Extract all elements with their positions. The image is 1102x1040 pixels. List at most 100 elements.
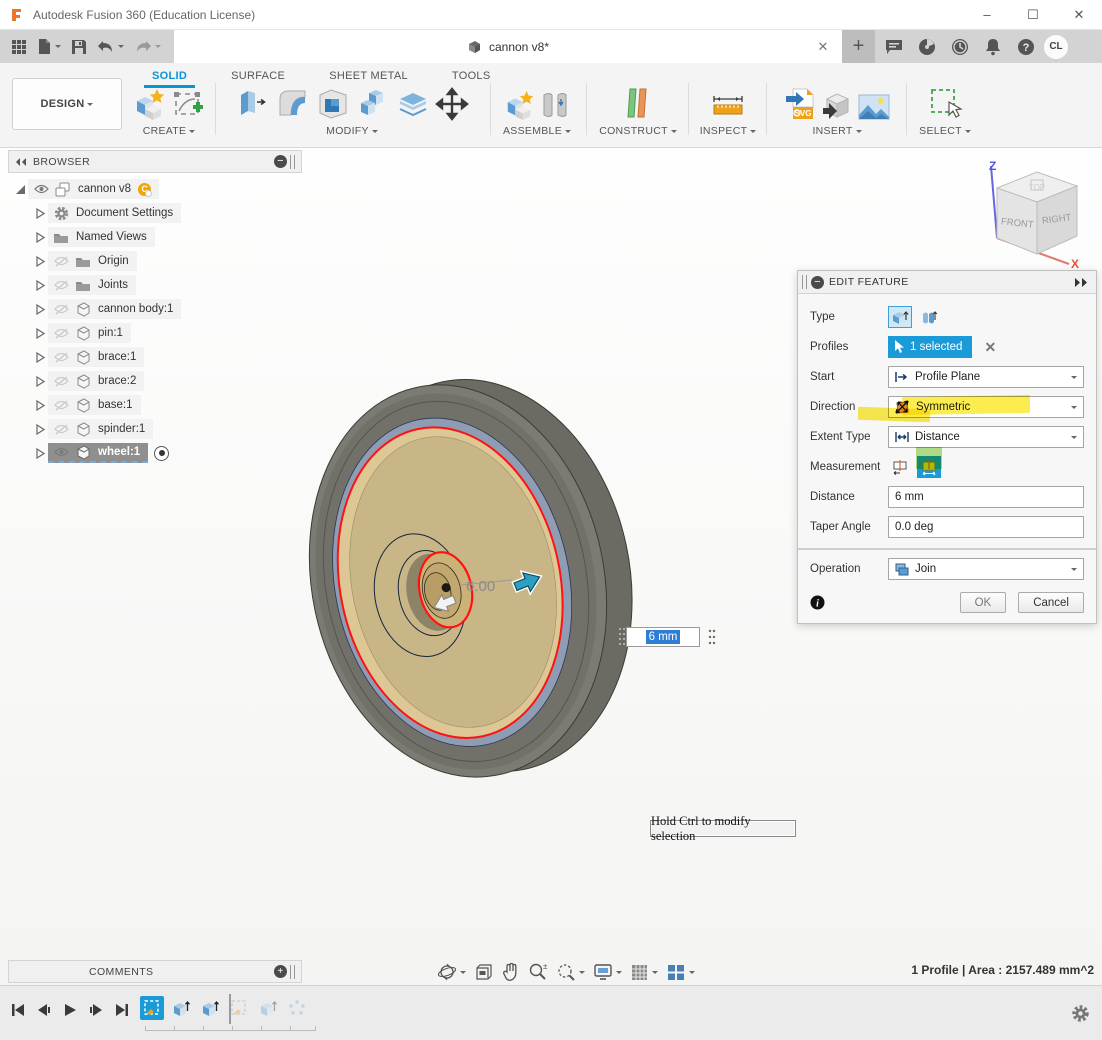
dock-arrows-icon[interactable] xyxy=(1074,278,1088,287)
redo-caret-icon[interactable] xyxy=(155,45,161,51)
notifications-button[interactable] xyxy=(976,30,1009,63)
eye-off-icon[interactable] xyxy=(52,304,70,315)
create-sketch-button[interactable] xyxy=(171,87,205,121)
collapse-arrows-icon[interactable] xyxy=(15,157,27,167)
redo-button[interactable] xyxy=(129,33,166,61)
view-cube[interactable]: TOP FRONT RIGHT Z X xyxy=(975,158,1097,270)
eye-icon[interactable] xyxy=(32,184,50,194)
tree-item-joints[interactable]: Joints xyxy=(32,274,136,296)
eye-off-icon[interactable] xyxy=(52,376,70,387)
assemble-new-component-button[interactable] xyxy=(504,89,536,121)
file-menu-button[interactable] xyxy=(32,33,66,61)
go-to-start-button[interactable] xyxy=(8,1000,28,1020)
taper-angle-input[interactable]: 0.0 deg xyxy=(888,516,1084,538)
expand-arrow-icon[interactable] xyxy=(32,280,48,291)
insert-group-label[interactable]: INSERT xyxy=(772,125,902,137)
expand-arrow-icon[interactable] xyxy=(32,304,48,315)
cancel-button[interactable]: Cancel xyxy=(1018,592,1084,613)
comments-panel-header[interactable]: COMMENTS + xyxy=(8,960,302,983)
expand-arrow-icon[interactable] xyxy=(32,328,48,339)
timeline-settings-gear-icon[interactable] xyxy=(1071,1004,1090,1023)
insert-derive-button[interactable] xyxy=(819,87,853,121)
expand-arrow-icon[interactable] xyxy=(12,184,28,195)
distance-input[interactable]: 6 mm xyxy=(888,486,1084,508)
browser-panel-header[interactable]: BROWSER − xyxy=(8,150,302,173)
new-component-button[interactable] xyxy=(133,87,167,121)
construct-group-label[interactable]: CONSTRUCT xyxy=(592,125,684,137)
input-drag-grip[interactable] xyxy=(618,626,626,648)
viewports-button[interactable] xyxy=(663,960,698,984)
document-tab-close-button[interactable]: ✕ xyxy=(814,39,832,55)
direction-dropdown[interactable]: Symmetric xyxy=(888,396,1084,418)
expand-arrow-icon[interactable] xyxy=(32,256,48,267)
expand-arrow-icon[interactable] xyxy=(32,376,48,387)
activate-component-radio[interactable] xyxy=(154,446,169,461)
combine-button[interactable] xyxy=(355,85,391,121)
feedback-button[interactable] xyxy=(877,30,910,63)
distance-float-input[interactable]: 6 mm xyxy=(626,627,700,647)
workspace-selector[interactable]: DESIGN xyxy=(12,78,122,130)
select-button[interactable] xyxy=(927,85,963,121)
browser-collapse-button[interactable]: − xyxy=(274,155,287,168)
timeline-extrude-1[interactable] xyxy=(169,996,193,1020)
eye-off-icon[interactable] xyxy=(52,352,70,363)
help-button[interactable]: ? xyxy=(1009,30,1042,63)
wheel-model[interactable]: 6.00 xyxy=(270,353,680,813)
eye-icon[interactable] xyxy=(52,447,70,457)
tree-item-named-views[interactable]: Named Views xyxy=(32,226,155,248)
extrude-type-solid-button[interactable] xyxy=(888,306,912,328)
orbit-button[interactable] xyxy=(434,960,469,984)
go-to-end-button[interactable] xyxy=(112,1000,132,1020)
zoom-window-button[interactable] xyxy=(553,960,588,984)
assemble-group-label[interactable]: ASSEMBLE xyxy=(494,125,580,137)
expand-arrow-icon[interactable] xyxy=(32,232,48,243)
expand-arrow-icon[interactable] xyxy=(32,400,48,411)
display-settings-button[interactable] xyxy=(590,960,625,984)
extrude-type-thin-button[interactable] xyxy=(917,306,941,328)
play-button[interactable] xyxy=(60,1000,80,1020)
maximize-button[interactable]: ☐ xyxy=(1010,0,1056,29)
tree-item-origin[interactable]: Origin xyxy=(32,250,137,272)
user-avatar[interactable]: CL xyxy=(1044,35,1068,59)
ok-button[interactable]: OK xyxy=(960,592,1007,613)
move-copy-button[interactable] xyxy=(435,87,469,121)
modify-group-label[interactable]: MODIFY xyxy=(218,125,486,137)
tree-item-brace-1[interactable]: brace:1 xyxy=(32,346,144,368)
dialog-drag-grip[interactable] xyxy=(802,275,807,289)
display-caret-icon[interactable] xyxy=(616,971,622,977)
zoom-button[interactable]: ± xyxy=(525,960,551,984)
tree-item-spinder-1[interactable]: spinder:1 xyxy=(32,418,153,440)
grid-caret-icon[interactable] xyxy=(652,971,658,977)
eye-off-icon[interactable] xyxy=(52,328,70,339)
insert-image-button[interactable] xyxy=(857,93,891,121)
expand-arrow-icon[interactable] xyxy=(32,448,48,459)
create-group-label[interactable]: CREATE xyxy=(126,125,212,137)
info-icon[interactable]: i xyxy=(810,595,825,610)
comments-resize-grip[interactable] xyxy=(290,965,295,979)
tree-item-cannon-v8[interactable]: cannon v8 C xyxy=(12,178,159,200)
pan-button[interactable] xyxy=(499,960,523,984)
step-back-button[interactable] xyxy=(34,1000,54,1020)
timeline-position-marker[interactable] xyxy=(229,994,231,1024)
press-pull-button[interactable] xyxy=(235,85,271,121)
tree-item-wheel-1[interactable]: wheel:1 xyxy=(32,442,169,464)
job-status-button[interactable] xyxy=(943,30,976,63)
app-grid-button[interactable] xyxy=(6,33,32,61)
offset-face-button[interactable] xyxy=(395,85,431,121)
expand-arrow-icon[interactable] xyxy=(32,352,48,363)
timeline-extrude-2[interactable] xyxy=(198,996,222,1020)
timeline-component-suppressed[interactable] xyxy=(285,996,309,1020)
eye-off-icon[interactable] xyxy=(52,400,70,411)
extent-type-dropdown[interactable]: Distance xyxy=(888,426,1084,448)
edit-feature-header[interactable]: − EDIT FEATURE xyxy=(798,271,1096,294)
zoom-window-caret-icon[interactable] xyxy=(579,971,585,977)
select-group-label[interactable]: SELECT xyxy=(910,125,980,137)
expand-arrow-icon[interactable] xyxy=(32,208,48,219)
eye-off-icon[interactable] xyxy=(52,256,70,267)
new-tab-button[interactable]: + xyxy=(842,30,875,63)
timeline-sketch-1[interactable] xyxy=(140,996,164,1020)
orbit-caret-icon[interactable] xyxy=(460,971,466,977)
expand-arrow-icon[interactable] xyxy=(32,424,48,435)
dialog-collapse-button[interactable]: − xyxy=(811,276,824,289)
comments-expand-button[interactable]: + xyxy=(274,965,287,978)
